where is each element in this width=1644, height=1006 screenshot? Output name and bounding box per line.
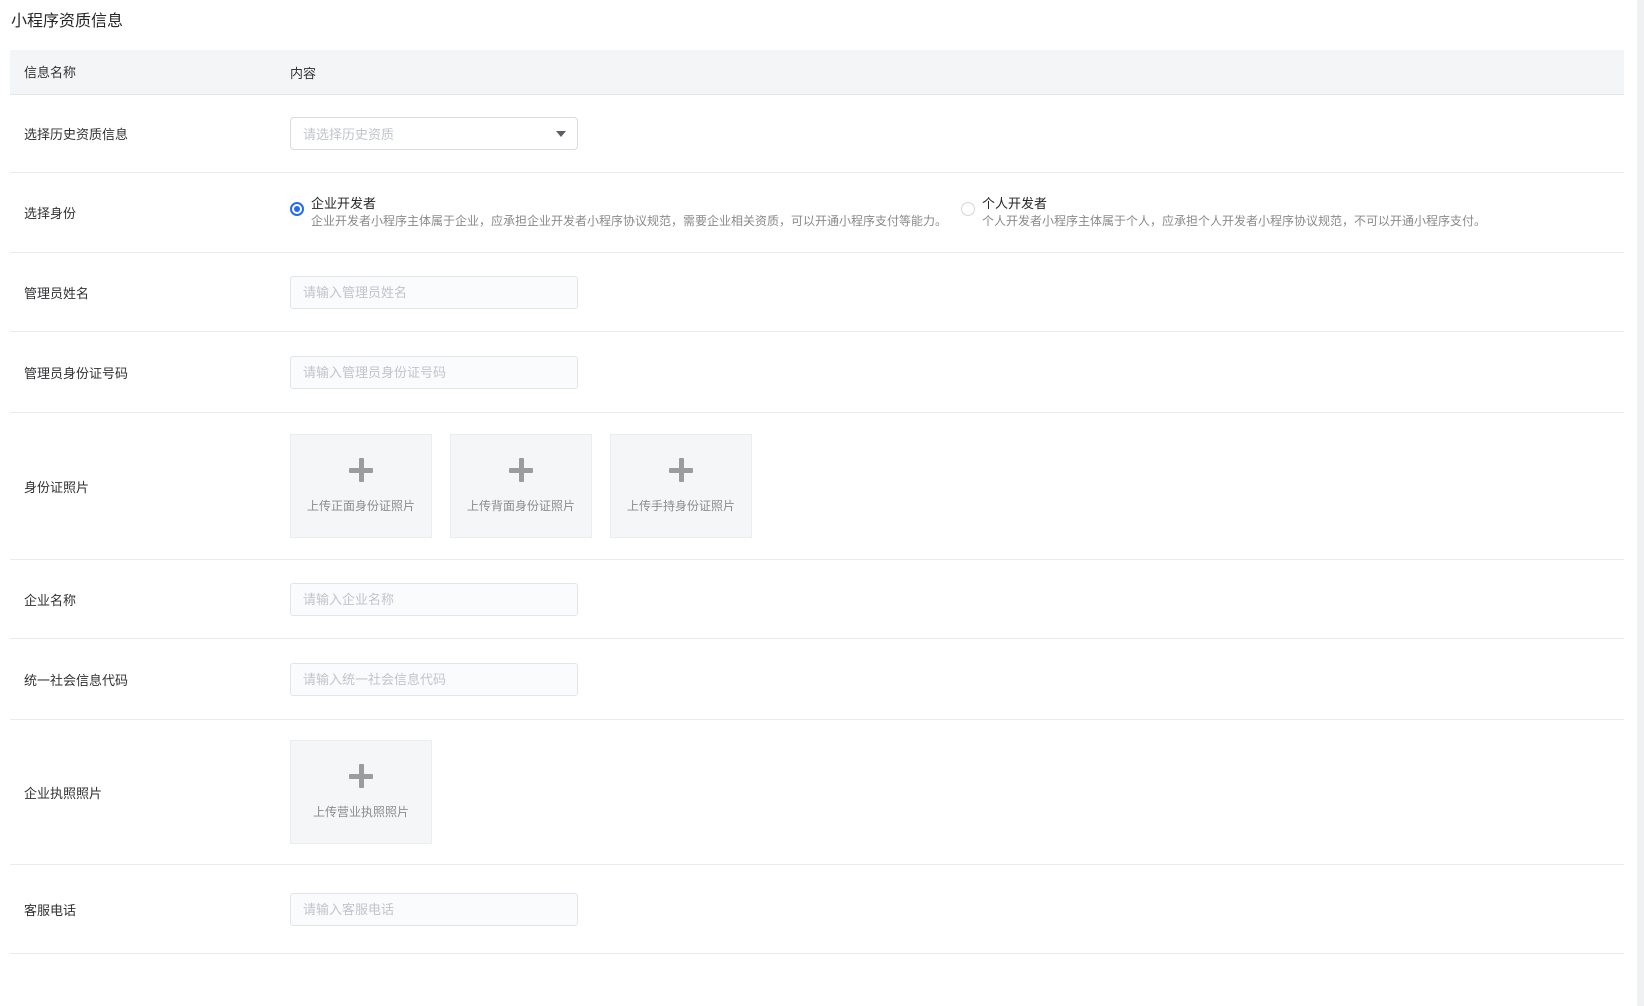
row-admin-id: 管理员身份证号码 [10,332,1624,413]
service-phone-input[interactable] [290,893,578,926]
qualification-form: 小程序资质信息 信息名称 内容 选择历史资质信息 请选择历史资质 选择身份 企业 [10,0,1624,954]
row-admin-name: 管理员姓名 [10,253,1624,332]
upload-id-front-label: 上传正面身份证照片 [307,497,415,514]
id-photo-upload-list: 上传正面身份证照片 上传背面身份证照片 上传手持身份证照片 [290,434,752,538]
enterprise-desc: 企业开发者小程序主体属于企业，应承担企业开发者小程序协议规范，需要企业相关资质，… [311,213,947,230]
upload-id-back-label: 上传背面身份证照片 [467,497,575,514]
plus-icon [349,764,373,788]
plus-icon [509,458,533,482]
personal-desc: 个人开发者小程序主体属于个人，应承担个人开发者小程序协议规范，不可以开通小程序支… [982,213,1486,230]
enterprise-title: 企业开发者 [311,195,947,212]
history-label: 选择历史资质信息 [10,124,290,143]
social-code-label: 统一社会信息代码 [10,670,290,689]
radio-option-enterprise[interactable]: 企业开发者 企业开发者小程序主体属于企业，应承担企业开发者小程序协议规范，需要企… [290,195,947,230]
admin-name-input[interactable] [290,276,578,309]
upload-id-handheld-button[interactable]: 上传手持身份证照片 [610,434,752,538]
upload-id-back-button[interactable]: 上传背面身份证照片 [450,434,592,538]
plus-icon [669,458,693,482]
row-identity: 选择身份 企业开发者 企业开发者小程序主体属于企业，应承担企业开发者小程序协议规… [10,173,1624,253]
admin-name-label: 管理员姓名 [10,283,290,302]
admin-id-label: 管理员身份证号码 [10,363,290,382]
identity-radio-group: 企业开发者 企业开发者小程序主体属于企业，应承担企业开发者小程序协议规范，需要企… [290,195,1486,230]
identity-label: 选择身份 [10,203,290,222]
upload-license-label: 上传营业执照照片 [313,803,409,820]
license-upload-list: 上传营业执照照片 [290,740,432,844]
upload-id-front-button[interactable]: 上传正面身份证照片 [290,434,432,538]
admin-id-input[interactable] [290,356,578,389]
row-license-photo: 企业执照照片 上传营业执照照片 [10,720,1624,865]
table-header: 信息名称 内容 [10,50,1624,95]
company-name-input[interactable] [290,583,578,616]
radio-checked-icon[interactable] [290,202,304,216]
social-code-input[interactable] [290,663,578,696]
plus-icon [349,458,373,482]
personal-title: 个人开发者 [982,195,1486,212]
upload-id-handheld-label: 上传手持身份证照片 [627,497,735,514]
header-content-label: 内容 [290,63,316,82]
service-phone-label: 客服电话 [10,900,290,919]
row-social-code: 统一社会信息代码 [10,639,1624,720]
header-cell-content: 内容 [290,63,1624,82]
history-qualification-select[interactable]: 请选择历史资质 [290,117,578,150]
chevron-down-icon [556,131,566,137]
id-photos-label: 身份证照片 [10,477,290,496]
radio-option-personal[interactable]: 个人开发者 个人开发者小程序主体属于个人，应承担个人开发者小程序协议规范，不可以… [961,195,1486,230]
license-photo-label: 企业执照照片 [10,783,290,802]
radio-unchecked-icon[interactable] [961,202,975,216]
row-history-qualification: 选择历史资质信息 请选择历史资质 [10,95,1624,173]
page-title: 小程序资质信息 [10,0,1624,50]
header-cell-name: 信息名称 [10,62,290,82]
history-select-placeholder: 请选择历史资质 [303,124,394,143]
row-id-photos: 身份证照片 上传正面身份证照片 上传背面身份证照片 上传手持身份证照片 [10,413,1624,560]
scrollbar[interactable] [1637,0,1644,1006]
row-company-name: 企业名称 [10,560,1624,639]
upload-license-button[interactable]: 上传营业执照照片 [290,740,432,844]
header-name-label: 信息名称 [24,65,76,80]
row-service-phone: 客服电话 [10,865,1624,954]
company-name-label: 企业名称 [10,590,290,609]
